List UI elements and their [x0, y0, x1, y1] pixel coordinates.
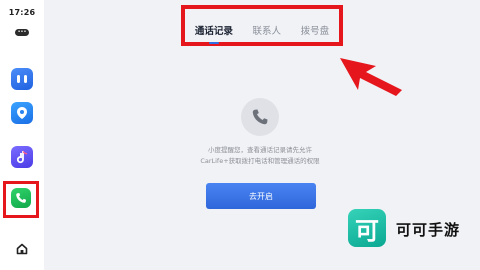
left-sidebar: 17:26 ••• — [0, 0, 44, 270]
tab-call-log[interactable]: 通话记录 — [194, 23, 233, 44]
tab-dialpad[interactable]: 拨号盘 — [301, 23, 330, 37]
active-tab-indicator — [208, 42, 219, 44]
tab-dialpad-label: 拨号盘 — [300, 26, 330, 37]
empty-state-line-2: CarLife+获取拨打电话和管理通话的权限 — [200, 157, 320, 165]
tab-contacts-label: 联系人 — [252, 26, 281, 37]
empty-state-message: 小度提醒您，查看通话记录请先允许 CarLife+获取拨打电话和管理通话的权限 — [160, 145, 360, 167]
phone-app-highlight-box — [3, 181, 39, 218]
watermark-text: 可可手游 — [396, 221, 461, 239]
phone-app-icon[interactable] — [11, 188, 31, 208]
music-app-icon[interactable] — [11, 146, 33, 168]
empty-state-line-1: 小度提醒您，查看通话记录请先允许 — [208, 146, 312, 154]
status-time: 17:26 — [8, 8, 36, 17]
status-badge: ••• — [15, 29, 29, 36]
cards-app-icon[interactable] — [11, 68, 33, 90]
tabs: 通话记录 联系人 拨号盘 — [185, 23, 339, 44]
red-pointer-arrow — [340, 58, 402, 96]
watermark-logo: 可 — [348, 209, 386, 247]
tab-contacts[interactable]: 联系人 — [252, 23, 281, 37]
tab-call-log-label: 通话记录 — [194, 26, 233, 37]
home-icon[interactable] — [11, 238, 33, 260]
tab-bar: 通话记录 联系人 拨号盘 — [181, 5, 343, 46]
phone-icon — [241, 98, 279, 136]
enable-permission-button[interactable]: 去开启 — [206, 183, 316, 209]
maps-app-icon[interactable] — [11, 102, 33, 124]
